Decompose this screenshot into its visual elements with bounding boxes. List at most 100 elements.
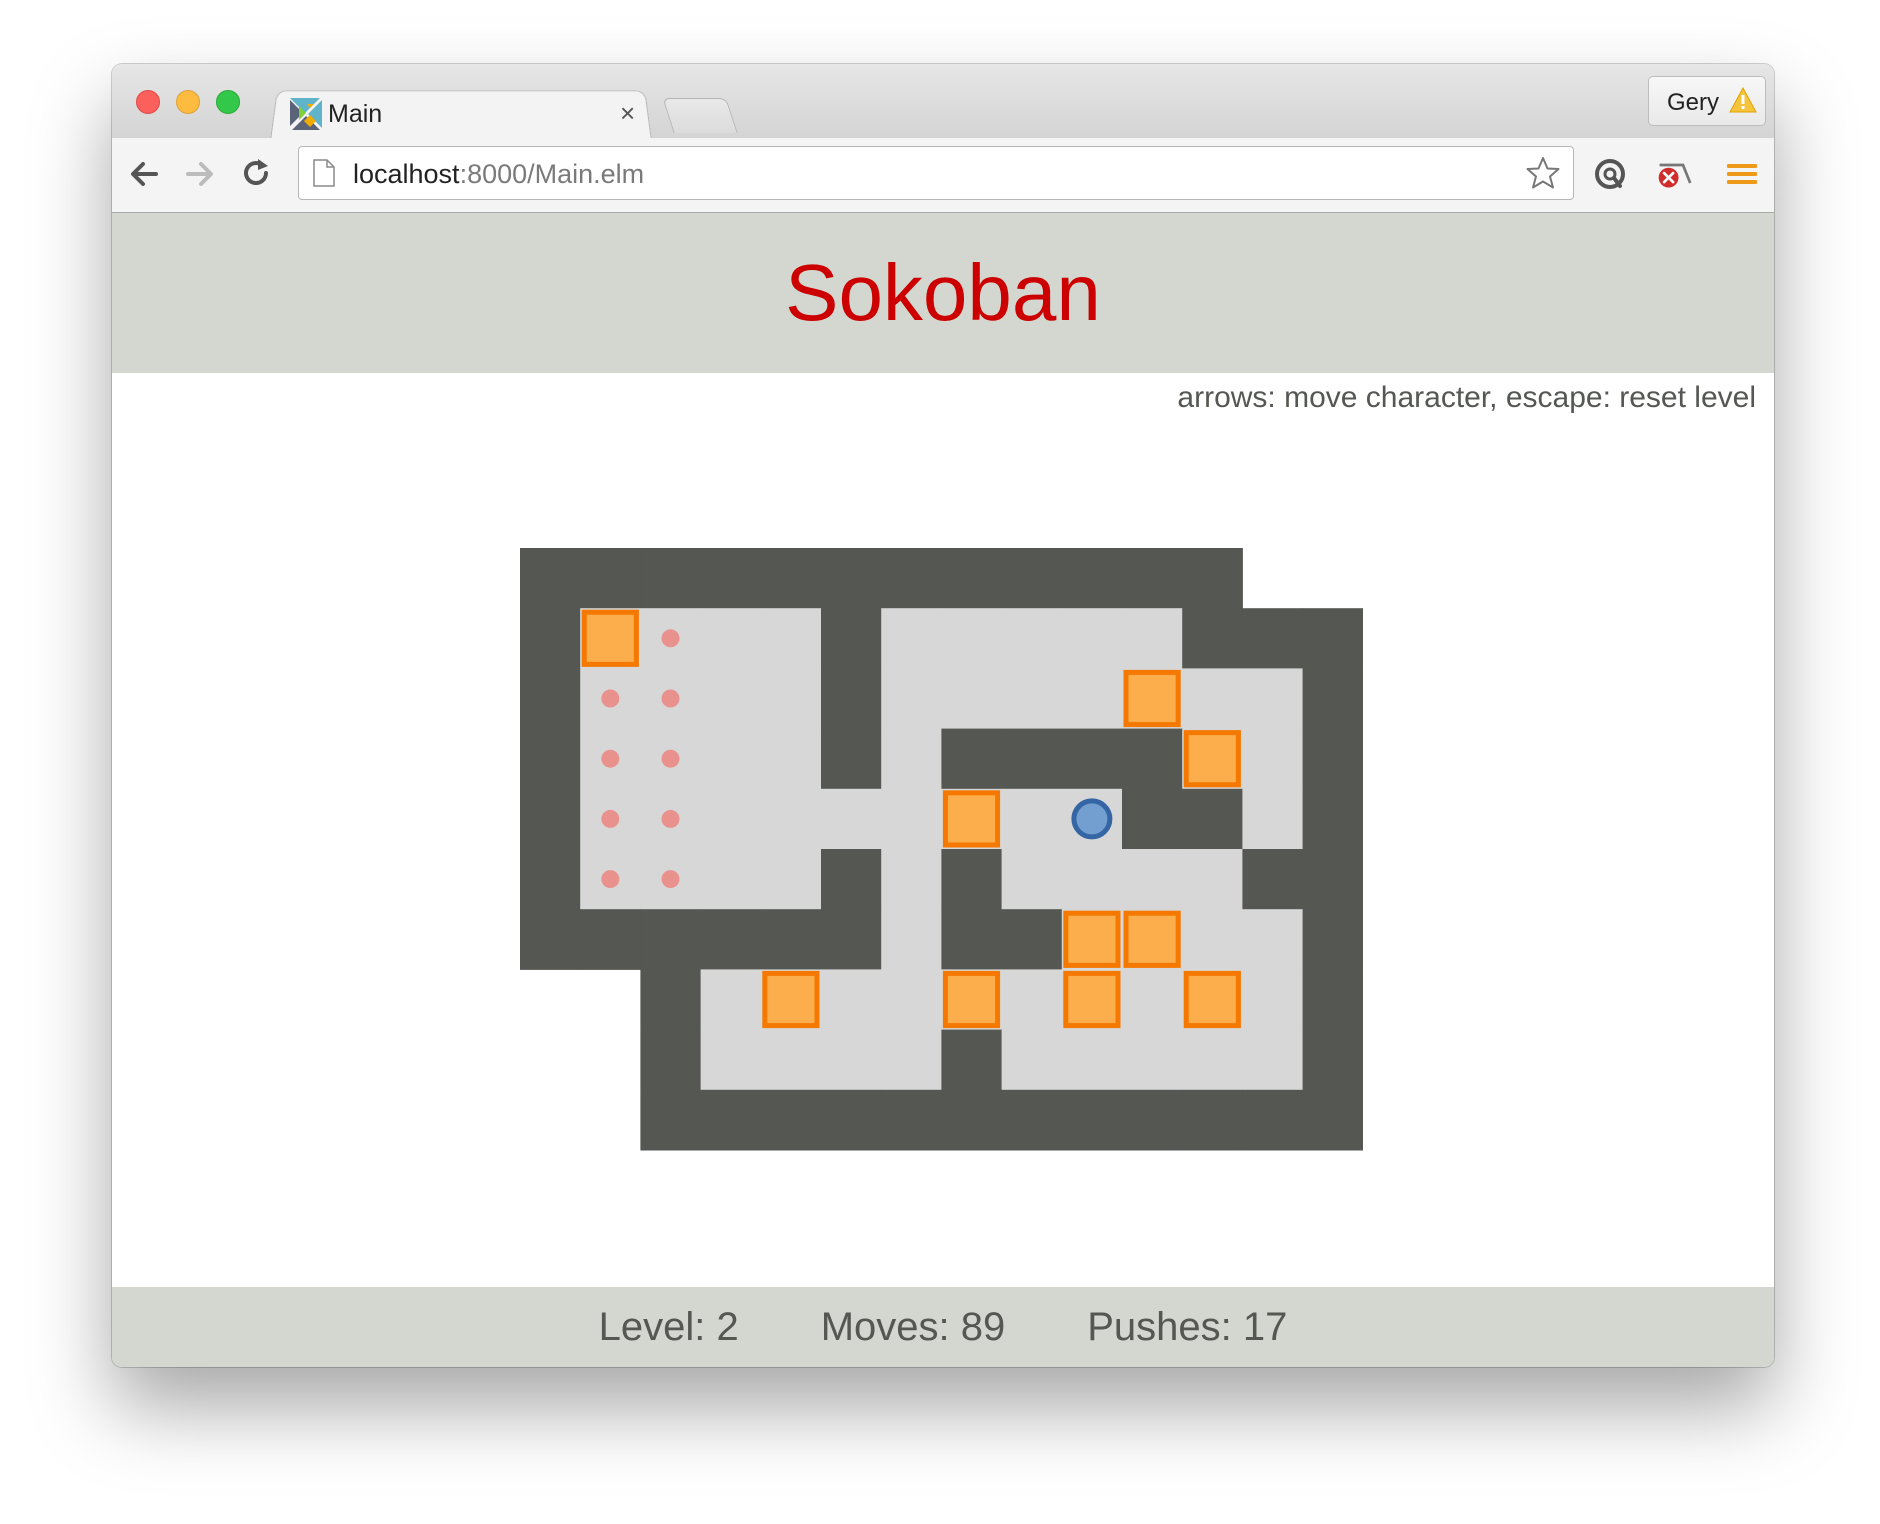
floor-tile bbox=[1242, 1029, 1304, 1091]
wall-tile bbox=[1061, 728, 1123, 790]
wall-tile bbox=[1182, 548, 1243, 609]
floor-tile bbox=[1122, 608, 1183, 669]
floor-tile bbox=[760, 608, 822, 669]
profile-name: Gery bbox=[1667, 89, 1720, 116]
floor-tile bbox=[1001, 1029, 1063, 1091]
box bbox=[581, 609, 639, 667]
goal-marker bbox=[661, 629, 680, 648]
goal-marker bbox=[601, 809, 620, 828]
tab-strip: Main × Gery bbox=[112, 64, 1774, 141]
reload-icon[interactable] bbox=[238, 156, 274, 192]
bookmark-star-icon[interactable] bbox=[1525, 155, 1561, 191]
wall-tile bbox=[760, 548, 822, 609]
forward-arrow-icon[interactable] bbox=[182, 156, 218, 192]
wall-tile bbox=[1122, 788, 1183, 850]
floor-tile bbox=[700, 728, 762, 790]
wall-tile bbox=[1302, 969, 1363, 1031]
cast-error-extension-icon[interactable] bbox=[1656, 156, 1692, 192]
goal-marker bbox=[661, 870, 680, 889]
floor-tile bbox=[821, 788, 882, 850]
box bbox=[762, 970, 820, 1029]
page-content: Sokoban arrows: move character, escape: … bbox=[112, 213, 1774, 1367]
profile-button[interactable]: Gery bbox=[1648, 76, 1766, 126]
wall-tile bbox=[640, 909, 702, 970]
floor-tile bbox=[881, 668, 942, 730]
wall-tile bbox=[941, 1089, 1003, 1151]
wall-tile bbox=[881, 548, 942, 609]
floor-tile bbox=[700, 849, 762, 910]
floor-tile bbox=[881, 728, 942, 790]
wall-tile bbox=[700, 1089, 762, 1151]
floor-tile bbox=[1001, 969, 1063, 1031]
floor-tile bbox=[1001, 849, 1063, 910]
floor-tile bbox=[1122, 849, 1183, 910]
goal-marker bbox=[661, 809, 680, 828]
controls-hint: arrows: move character, escape: reset le… bbox=[1177, 381, 1756, 414]
wall-tile bbox=[821, 728, 882, 790]
wall-tile bbox=[760, 909, 822, 970]
floor-tile bbox=[821, 969, 882, 1031]
tab-close-icon[interactable]: × bbox=[620, 98, 635, 128]
floor-tile bbox=[700, 668, 762, 730]
wall-tile bbox=[520, 668, 581, 730]
wall-tile bbox=[520, 608, 581, 669]
box bbox=[1183, 970, 1241, 1029]
box bbox=[1123, 669, 1181, 728]
close-window-button[interactable] bbox=[136, 90, 160, 114]
goal-marker bbox=[661, 749, 680, 768]
floor-tile bbox=[1182, 849, 1243, 910]
wall-tile bbox=[1182, 1089, 1243, 1151]
tab-main-content[interactable]: Main × bbox=[290, 94, 640, 138]
floor-tile bbox=[941, 608, 1003, 669]
floor-tile bbox=[1242, 909, 1304, 970]
wall-tile bbox=[821, 668, 882, 730]
wall-tile bbox=[941, 728, 1003, 790]
wall-tile bbox=[640, 548, 702, 609]
url-text[interactable]: localhost:8000/Main.elm bbox=[353, 159, 644, 190]
level-counter: Level: 2 bbox=[598, 1304, 739, 1349]
wall-tile bbox=[1302, 668, 1363, 730]
moves-counter: Moves: 89 bbox=[820, 1304, 1006, 1349]
floor-tile bbox=[1242, 728, 1304, 790]
zoom-window-button[interactable] bbox=[216, 90, 240, 114]
wall-tile bbox=[821, 909, 882, 970]
box bbox=[1123, 910, 1181, 968]
box bbox=[1063, 910, 1121, 968]
wall-tile bbox=[520, 849, 581, 910]
back-arrow-icon[interactable] bbox=[126, 156, 162, 192]
wall-tile bbox=[1302, 849, 1363, 910]
goal-marker bbox=[601, 870, 620, 889]
wall-tile bbox=[520, 788, 581, 850]
address-bar[interactable]: localhost:8000/Main.elm bbox=[298, 146, 1574, 200]
floor-tile bbox=[821, 1029, 882, 1091]
new-tab-button[interactable] bbox=[662, 98, 738, 133]
wall-tile bbox=[1302, 788, 1363, 850]
sync-extension-icon[interactable] bbox=[1592, 156, 1628, 192]
wall-tile bbox=[1302, 909, 1363, 970]
pushes-counter: Pushes: 17 bbox=[1087, 1304, 1288, 1349]
wall-tile bbox=[1122, 548, 1183, 609]
floor-tile bbox=[1061, 849, 1123, 910]
url-path: :8000/Main.elm bbox=[459, 159, 645, 189]
menu-hamburger-icon[interactable] bbox=[1724, 156, 1760, 192]
wall-tile bbox=[941, 849, 1003, 910]
wall-tile bbox=[1122, 1089, 1183, 1151]
floor-tile bbox=[1061, 668, 1123, 730]
wall-tile bbox=[1182, 608, 1243, 669]
wall-tile bbox=[1302, 1029, 1363, 1091]
wall-tile bbox=[1001, 1089, 1063, 1151]
wall-tile bbox=[881, 1089, 942, 1151]
minimize-window-button[interactable] bbox=[176, 90, 200, 114]
wall-tile bbox=[1242, 608, 1304, 669]
floor-tile bbox=[760, 788, 822, 850]
floor-tile bbox=[760, 849, 822, 910]
floor-tile bbox=[1242, 668, 1304, 730]
sokoban-board[interactable] bbox=[520, 548, 1363, 1152]
wall-tile bbox=[1001, 548, 1063, 609]
floor-tile bbox=[1122, 1029, 1183, 1091]
elm-favicon-icon bbox=[290, 98, 322, 130]
wall-tile bbox=[520, 909, 581, 970]
floor-tile bbox=[881, 969, 942, 1031]
wall-tile bbox=[941, 909, 1003, 970]
wall-tile bbox=[821, 608, 882, 669]
